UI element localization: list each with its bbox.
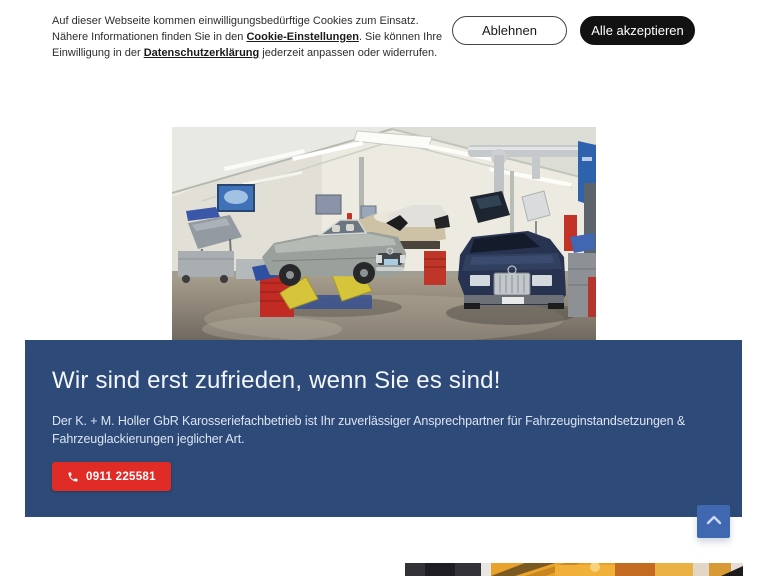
cookie-message-part3: jederzeit anpassen oder widerrufen.: [259, 47, 438, 59]
accept-cookies-button[interactable]: Alle akzeptieren: [580, 16, 695, 45]
privacy-policy-link[interactable]: Datenschutzerklärung: [144, 47, 260, 59]
phone-icon: [67, 471, 79, 483]
cookie-message: Auf dieser Webseite kommen einwilligungs…: [52, 13, 454, 61]
workshop-photo-illustration: [172, 127, 596, 341]
hero-image: [172, 127, 596, 341]
bottom-section-image: [405, 563, 743, 576]
cta-banner: Wir sind erst zufrieden, wenn Sie es sin…: [25, 340, 742, 517]
decline-cookies-button[interactable]: Ablehnen: [452, 16, 567, 45]
scroll-top-button[interactable]: [697, 505, 730, 538]
phone-number: 0911 225581: [86, 470, 156, 483]
banner-heading: Wir sind erst zufrieden, wenn Sie es sin…: [52, 367, 501, 394]
banner-description: Der K. + M. Holler GbR Karosseriefachbet…: [52, 414, 686, 446]
cookie-settings-link[interactable]: Cookie-Einstellungen: [246, 31, 358, 43]
chevron-up-icon: [705, 514, 723, 529]
phone-button[interactable]: 0911 225581: [52, 462, 171, 491]
